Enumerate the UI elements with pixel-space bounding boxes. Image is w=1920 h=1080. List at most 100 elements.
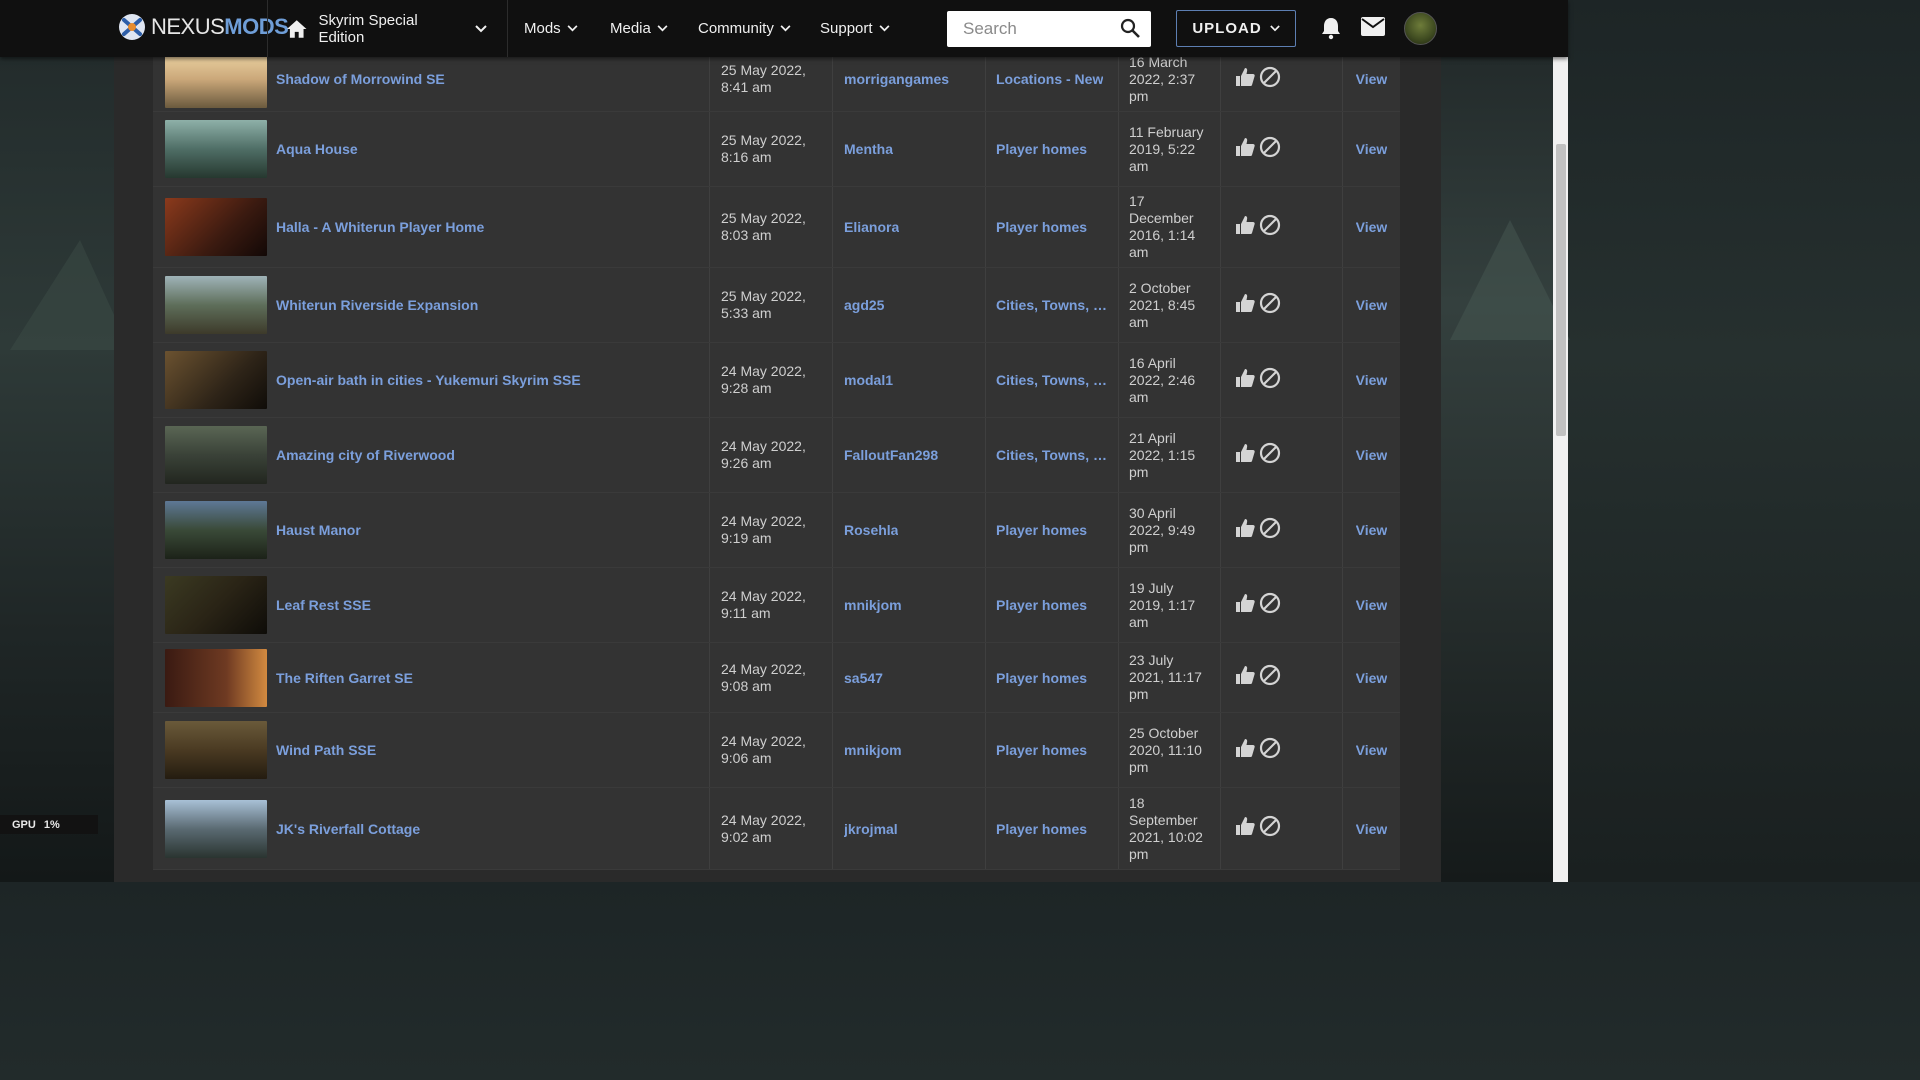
- view-link[interactable]: View: [1356, 821, 1388, 837]
- category-link[interactable]: Player homes: [996, 821, 1087, 837]
- category-link[interactable]: Cities, Towns, Vi...: [996, 372, 1108, 388]
- mod-thumbnail[interactable]: [165, 276, 267, 334]
- last-updated: 25 October 2020, 11:10 pm: [1129, 725, 1202, 776]
- nav-community[interactable]: Community: [698, 0, 791, 57]
- author-link[interactable]: sa547: [844, 670, 883, 686]
- date-added-line: 24 May 2022,: [721, 438, 806, 454]
- author-link[interactable]: Elianora: [844, 219, 899, 235]
- thumbs-up-icon[interactable]: [1234, 214, 1256, 241]
- thumbs-up-icon[interactable]: [1234, 592, 1256, 619]
- mod-name-cell: JK's Riverfall Cottage: [276, 788, 706, 869]
- category-link[interactable]: Player homes: [996, 219, 1087, 235]
- mod-name-link[interactable]: The Riften Garret SE: [276, 670, 413, 686]
- mod-thumbnail[interactable]: [165, 50, 267, 108]
- mod-thumbnail[interactable]: [165, 721, 267, 779]
- mod-thumbnail[interactable]: [165, 501, 267, 559]
- mod-thumbnail[interactable]: [165, 799, 267, 858]
- view-link[interactable]: View: [1356, 597, 1388, 613]
- mod-thumbnail[interactable]: [165, 426, 267, 484]
- category-link[interactable]: Locations - New: [996, 71, 1103, 87]
- author-link[interactable]: Rosehla: [844, 522, 898, 538]
- block-icon[interactable]: [1259, 292, 1281, 319]
- view-link[interactable]: View: [1356, 447, 1388, 463]
- category-link[interactable]: Cities, Towns, Vi...: [996, 297, 1108, 313]
- author-link[interactable]: Mentha: [844, 141, 893, 157]
- mod-name-link[interactable]: Halla - A Whiterun Player Home: [276, 219, 484, 235]
- mod-name-link[interactable]: Amazing city of Riverwood: [276, 447, 455, 463]
- category-link[interactable]: Player homes: [996, 670, 1087, 686]
- thumbs-up-icon[interactable]: [1234, 292, 1256, 319]
- block-icon[interactable]: [1259, 367, 1281, 394]
- view-link[interactable]: View: [1356, 297, 1388, 313]
- block-icon[interactable]: [1259, 815, 1281, 842]
- last-updated-line: December: [1129, 210, 1194, 226]
- category-link[interactable]: Player homes: [996, 522, 1087, 538]
- date-added: 24 May 2022, 9:19 am: [721, 513, 806, 547]
- block-icon[interactable]: [1259, 737, 1281, 764]
- view-link[interactable]: View: [1356, 670, 1388, 686]
- search-input[interactable]: [963, 19, 1113, 39]
- view-link[interactable]: View: [1356, 71, 1388, 87]
- category-link[interactable]: Player homes: [996, 742, 1087, 758]
- mod-thumbnail[interactable]: [165, 198, 267, 256]
- author-link[interactable]: FalloutFan298: [844, 447, 938, 463]
- view-link[interactable]: View: [1356, 141, 1388, 157]
- scrollbar-thumb[interactable]: [1556, 144, 1566, 436]
- thumbs-up-icon[interactable]: [1234, 136, 1256, 163]
- date-added-line: 25 May 2022,: [721, 210, 806, 226]
- mod-name-link[interactable]: Aqua House: [276, 141, 358, 157]
- author-link[interactable]: agd25: [844, 297, 884, 313]
- nexusmods-logo[interactable]: NEXUSMODS: [117, 12, 289, 42]
- thumbs-up-icon[interactable]: [1234, 815, 1256, 842]
- bell-icon[interactable]: [1320, 16, 1342, 45]
- author-link[interactable]: mnikjom: [844, 742, 902, 758]
- game-selector[interactable]: Skyrim Special Edition: [268, 0, 507, 57]
- last-updated: 11 February 2019, 5:22 am: [1129, 124, 1203, 175]
- author-link[interactable]: modal1: [844, 372, 893, 388]
- view-link[interactable]: View: [1356, 522, 1388, 538]
- mod-name-link[interactable]: JK's Riverfall Cottage: [276, 821, 420, 837]
- block-icon[interactable]: [1259, 664, 1281, 691]
- mod-name-link[interactable]: Whiterun Riverside Expansion: [276, 297, 478, 313]
- mod-thumbnail[interactable]: [165, 120, 267, 178]
- mod-thumbnail[interactable]: [165, 351, 267, 409]
- mod-name-link[interactable]: Leaf Rest SSE: [276, 597, 371, 613]
- view-link[interactable]: View: [1356, 742, 1388, 758]
- mod-thumbnail[interactable]: [165, 576, 267, 634]
- nav-mods[interactable]: Mods: [524, 0, 578, 57]
- mod-name-link[interactable]: Wind Path SSE: [276, 742, 376, 758]
- mod-name-link[interactable]: Haust Manor: [276, 522, 361, 538]
- block-icon[interactable]: [1259, 136, 1281, 163]
- block-icon[interactable]: [1259, 66, 1281, 93]
- category-link[interactable]: Player homes: [996, 597, 1087, 613]
- last-updated-line: 11 February: [1129, 123, 1204, 140]
- block-icon[interactable]: [1259, 214, 1281, 241]
- author-link[interactable]: morrigangames: [844, 71, 949, 87]
- upload-button[interactable]: UPLOAD: [1176, 10, 1296, 47]
- nav-support[interactable]: Support: [820, 0, 890, 57]
- mail-icon[interactable]: [1361, 17, 1385, 41]
- thumbs-up-icon[interactable]: [1234, 737, 1256, 764]
- search-icon[interactable]: [1120, 18, 1141, 44]
- author-link[interactable]: mnikjom: [844, 597, 902, 613]
- thumbs-up-icon[interactable]: [1234, 517, 1256, 544]
- last-updated-line: 2021, 11:17: [1129, 669, 1202, 685]
- user-avatar[interactable]: [1404, 12, 1437, 45]
- author-link[interactable]: jkrojmal: [844, 821, 898, 837]
- mod-name-link[interactable]: Shadow of Morrowind SE: [276, 71, 445, 87]
- thumbs-up-icon[interactable]: [1234, 66, 1256, 93]
- view-link[interactable]: View: [1356, 372, 1388, 388]
- mod-name-link[interactable]: Open-air bath in cities - Yukemuri Skyri…: [276, 372, 581, 388]
- mod-thumbnail[interactable]: [165, 648, 267, 707]
- category-link[interactable]: Cities, Towns, Vi...: [996, 447, 1108, 463]
- view-link[interactable]: View: [1356, 219, 1388, 235]
- background-right: [1441, 57, 1568, 882]
- block-icon[interactable]: [1259, 442, 1281, 469]
- category-link[interactable]: Player homes: [996, 141, 1087, 157]
- block-icon[interactable]: [1259, 592, 1281, 619]
- thumbs-up-icon[interactable]: [1234, 442, 1256, 469]
- thumbs-up-icon[interactable]: [1234, 664, 1256, 691]
- block-icon[interactable]: [1259, 517, 1281, 544]
- nav-media[interactable]: Media: [610, 0, 668, 57]
- thumbs-up-icon[interactable]: [1234, 367, 1256, 394]
